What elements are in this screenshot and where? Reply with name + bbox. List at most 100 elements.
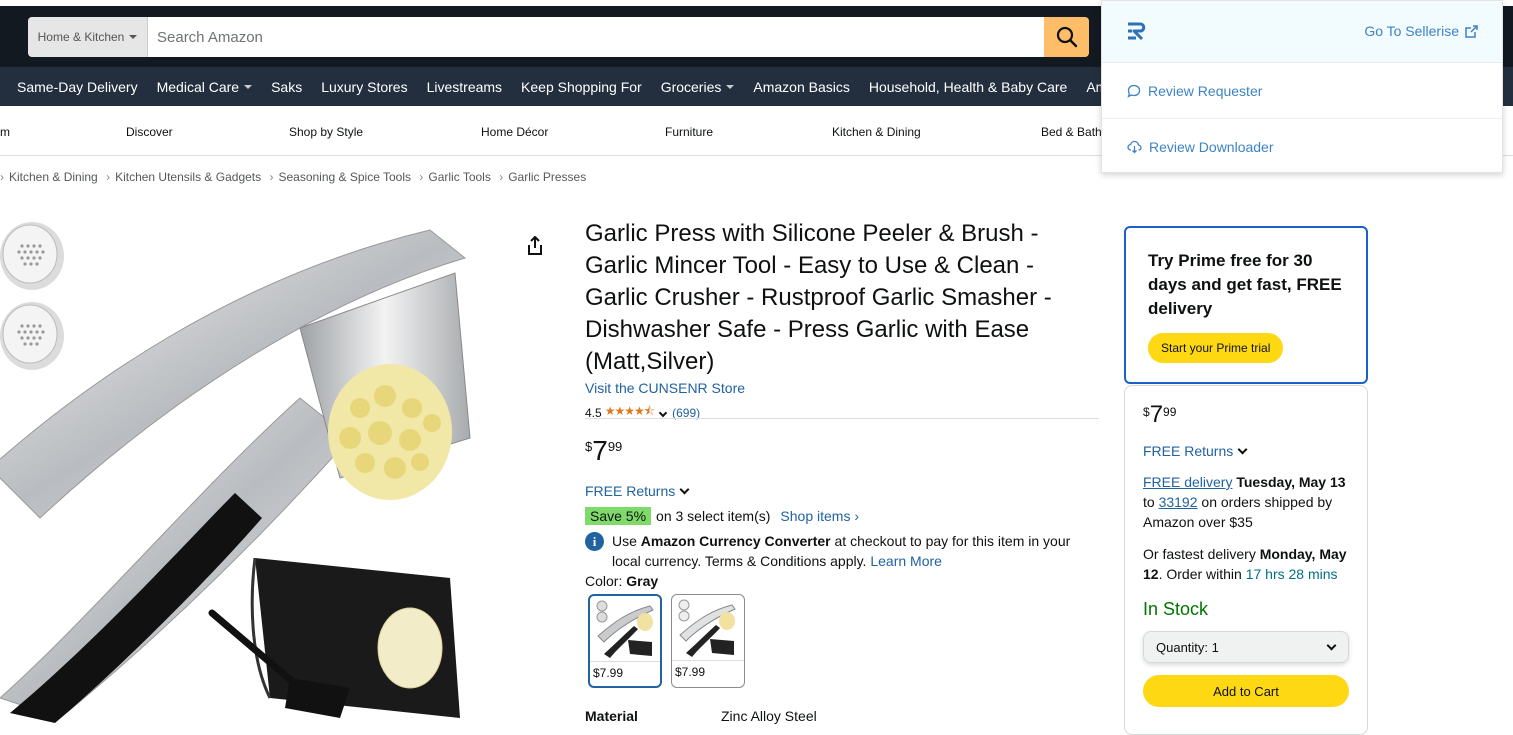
breadcrumb-item[interactable]: Kitchen Utensils & Gadgets	[115, 170, 261, 184]
free-returns-label: FREE Returns	[1143, 443, 1234, 459]
prime-trial-title: Try Prime free for 30 days and get fast,…	[1148, 251, 1342, 318]
search-button[interactable]	[1044, 17, 1089, 57]
nav-item[interactable]: Keep Shopping For	[521, 79, 642, 95]
free-returns-link[interactable]: FREE Returns	[585, 483, 690, 499]
color-swatch-selected[interactable]: $7.99	[588, 594, 662, 688]
delivery-to: to	[1143, 494, 1155, 510]
subnav-item-shop-by-style[interactable]: Shop by Style	[289, 125, 363, 139]
color-swatch[interactable]: $7.99	[671, 594, 745, 688]
review-downloader-item[interactable]: Review Downloader	[1102, 119, 1502, 175]
nav-item[interactable]: Livestreams	[427, 79, 502, 95]
caret-down-icon	[244, 84, 253, 89]
search-category-dropdown[interactable]: Home & Kitchen	[28, 17, 148, 57]
nav-item[interactable]: Saks	[271, 79, 302, 95]
breadcrumb-item[interactable]: Garlic Tools	[428, 170, 490, 184]
nav-item-label: Luxury Stores	[321, 78, 408, 95]
buybox-free-returns-link[interactable]: FREE Returns	[1143, 443, 1349, 459]
nav-item[interactable]: Same-Day Delivery	[17, 79, 138, 95]
product-price: $ 7 99	[585, 436, 622, 466]
swatch-price: $7.99	[593, 666, 624, 680]
save-badge: Save 5%	[585, 507, 652, 525]
subnav-item-furniture[interactable]: Furniture	[665, 125, 713, 139]
nav-item[interactable]: Household, Health & Baby Care	[869, 79, 1067, 95]
breadcrumb-separator: ›	[499, 170, 504, 184]
savings-row: Save 5% on 3 select item(s) Shop items ›	[585, 507, 859, 525]
nav-item-label: Keep Shopping For	[521, 78, 642, 95]
info-icon: i	[585, 532, 604, 551]
converter-text-bold: Amazon Currency Converter	[640, 533, 831, 549]
breadcrumb-item[interactable]: Garlic Presses	[508, 170, 586, 184]
quantity-select[interactable]: Quantity: 1	[1143, 631, 1349, 663]
nav-item-label: Same-Day Delivery	[17, 78, 138, 95]
zip-code-link[interactable]: 33192	[1159, 494, 1198, 510]
breadcrumb-separator: ›	[269, 170, 274, 184]
free-returns-label: FREE Returns	[585, 483, 676, 499]
buy-box: $ 7 99 FREE Returns FREE delivery Tuesda…	[1124, 385, 1368, 735]
save-text: on 3 select item(s)	[656, 508, 771, 524]
rating-row: 4.5 ★★★★⯪ (699)	[585, 402, 700, 423]
swatch-image	[672, 595, 744, 661]
nav-item-label: Household, Health & Baby Care	[868, 78, 1068, 95]
order-countdown: 17 hrs 28 mins	[1245, 566, 1338, 582]
review-requester-label: Review Requester	[1148, 82, 1263, 99]
learn-more-link[interactable]: Learn More	[870, 553, 942, 569]
subnav-item[interactable]: m	[0, 125, 10, 139]
prime-trial-box: Try Prime free for 30 days and get fast,…	[1124, 226, 1368, 384]
sellerise-popup: Go To Sellerise Review Requester Review …	[1101, 0, 1503, 173]
search-category-label: Home & Kitchen	[37, 30, 125, 44]
nav-item[interactable]: Medical Care	[156, 78, 253, 95]
breadcrumb-separator: ›	[106, 170, 111, 184]
color-label: Color:	[585, 573, 627, 589]
breadcrumb-separator: ›	[419, 170, 424, 184]
chevron-down-icon[interactable]	[658, 408, 668, 417]
search-input[interactable]	[148, 17, 1044, 57]
subnav-item-discover[interactable]: Discover	[126, 125, 173, 139]
caret-down-icon	[726, 84, 735, 89]
color-label-row: Color: Gray	[585, 573, 658, 589]
subnav-item-kitchen-dining[interactable]: Kitchen & Dining	[832, 125, 921, 139]
price-fraction: 99	[1163, 405, 1177, 419]
price-symbol: $	[1143, 405, 1150, 419]
search-icon	[1056, 26, 1077, 48]
nav-item[interactable]: Luxury Stores	[321, 79, 407, 95]
go-to-sellerise-link[interactable]: Go To Sellerise	[1364, 23, 1478, 39]
subnav-item-home-decor[interactable]: Home Décor	[481, 125, 548, 139]
share-button[interactable]	[526, 236, 544, 261]
sellerise-popup-header: Go To Sellerise	[1102, 1, 1502, 63]
nav-item-label: Medical Care	[156, 78, 240, 95]
prime-trial-button[interactable]: Start your Prime trial	[1148, 333, 1284, 363]
caret-down-icon	[129, 35, 138, 39]
cloud-download-icon	[1127, 140, 1142, 154]
breadcrumb: › Kitchen & Dining › Kitchen Utensils & Ga…	[0, 170, 586, 184]
swatch-price: $7.99	[675, 665, 706, 679]
color-value: Gray	[626, 573, 659, 589]
nav-item[interactable]: Groceries	[661, 79, 735, 95]
spec-label: Material	[585, 708, 638, 724]
external-link-icon	[1465, 24, 1478, 38]
product-title: Garlic Press with Silicone Peeler & Brus…	[585, 220, 1052, 375]
breadcrumb-item[interactable]: Kitchen & Dining	[9, 170, 98, 184]
review-requester-item[interactable]: Review Requester	[1102, 63, 1502, 119]
sellerise-logo-icon	[1126, 20, 1150, 47]
star-rating-icon[interactable]: ★★★★⯪	[605, 402, 655, 423]
chevron-down-icon	[679, 484, 690, 494]
buybox-price: $ 7 99	[1143, 402, 1349, 428]
price-whole: 7	[1149, 401, 1164, 428]
subnav-item-bed-bath[interactable]: Bed & Bath	[1041, 125, 1102, 139]
nav-item[interactable]: Amazon Basics	[753, 79, 849, 95]
nav-item-label: Groceries	[660, 78, 722, 95]
price-fraction: 99	[607, 439, 623, 454]
breadcrumb-separator: ›	[0, 170, 4, 184]
shop-items-link[interactable]: Shop items ›	[780, 508, 859, 524]
breadcrumb-item[interactable]: Seasoning & Spice Tools	[278, 170, 411, 184]
free-delivery-link[interactable]: FREE delivery	[1143, 474, 1232, 490]
delivery-date: Tuesday, May 13	[1236, 474, 1346, 490]
chevron-down-icon	[1326, 640, 1337, 651]
product-main-image[interactable]	[0, 218, 480, 723]
currency-converter-note: i Use Amazon Currency Converter at check…	[585, 531, 1085, 571]
price-whole: 7	[592, 435, 608, 466]
fastest-delivery-info: Or fastest delivery Monday, May 12. Orde…	[1143, 544, 1349, 584]
add-to-cart-button[interactable]: Add to Cart	[1143, 675, 1349, 707]
store-link[interactable]: Visit the CUNSENR Store	[585, 380, 745, 396]
converter-text-pre: Use	[612, 533, 641, 549]
